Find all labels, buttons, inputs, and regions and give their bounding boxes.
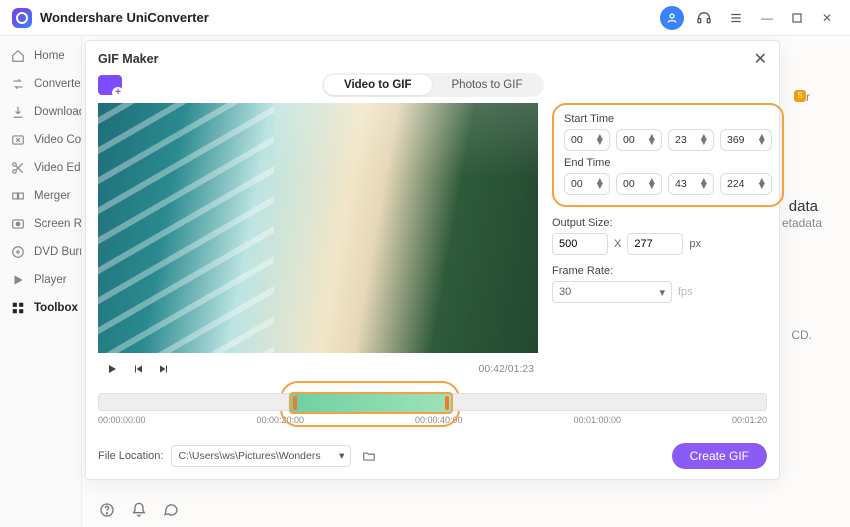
account-icon[interactable] <box>660 6 684 30</box>
sidebar-item-player[interactable]: Player <box>0 266 81 294</box>
sidebar-item-home[interactable]: Home <box>0 42 81 70</box>
recorder-icon <box>10 216 26 232</box>
converter-icon <box>10 76 26 92</box>
file-location-dropdown[interactable]: C:\Users\ws\Pictures\Wonders▾ <box>171 445 351 467</box>
sidebar-item-recorder[interactable]: Screen Recorder <box>0 210 81 238</box>
sidebar-item-label: Converter <box>34 78 81 90</box>
mode-tabs: Video to GIF Photos to GIF <box>322 73 544 97</box>
end-hours-stepper[interactable]: 00▲▼ <box>564 173 610 195</box>
time-display: 00:42/01:23 <box>479 363 534 375</box>
timeline-ticks: 00:00:00:00 00:00:20:00 00:00:40:00 00:0… <box>98 415 767 425</box>
chevron-down-icon: ▾ <box>659 286 665 299</box>
modal-title: GIF Maker <box>98 52 158 66</box>
create-gif-button[interactable]: Create GIF <box>672 443 767 469</box>
end-ms-stepper[interactable]: 224▲▼ <box>720 173 772 195</box>
sidebar-item-label: Player <box>34 274 67 286</box>
tab-photos-to-gif[interactable]: Photos to GIF <box>432 75 543 95</box>
sidebar-item-label: Video Editor <box>34 162 81 174</box>
feedback-icon[interactable] <box>162 501 180 519</box>
start-time-label: Start Time <box>564 113 772 125</box>
file-location-label: File Location: <box>98 450 163 462</box>
sidebar-item-converter[interactable]: Converter <box>0 70 81 98</box>
sidebar-item-editor[interactable]: Video Editor <box>0 154 81 182</box>
headset-icon[interactable] <box>692 6 716 30</box>
brand-name: Wondershare UniConverter <box>40 10 209 25</box>
sidebar-item-label: Merger <box>34 190 70 202</box>
next-frame-button[interactable] <box>154 359 174 379</box>
sidebar-item-label: Video Compressor <box>34 134 81 146</box>
tab-video-to-gif[interactable]: Video to GIF <box>324 75 432 95</box>
bg-text: data <box>789 198 818 215</box>
output-size-label: Output Size: <box>552 217 784 229</box>
compressor-icon <box>10 132 26 148</box>
home-icon <box>10 48 26 64</box>
bg-text: etadata <box>782 216 822 230</box>
close-icon[interactable]: ✕ <box>754 49 767 69</box>
sidebar-item-label: Screen Recorder <box>34 218 81 230</box>
maximize-button[interactable] <box>786 7 808 29</box>
play-icon <box>10 272 26 288</box>
bg-text: CD. <box>791 328 812 342</box>
prev-frame-button[interactable] <box>128 359 148 379</box>
minimize-button[interactable]: — <box>756 7 778 29</box>
open-folder-button[interactable] <box>359 446 379 466</box>
timeline[interactable]: 00:00:00:00 00:00:20:00 00:00:40:00 00:0… <box>98 393 767 433</box>
sidebar-item-toolbox[interactable]: Toolbox <box>0 294 81 322</box>
scissors-icon <box>10 160 26 176</box>
start-hours-stepper[interactable]: 00▲▼ <box>564 129 610 151</box>
fps-label: fps <box>678 286 693 298</box>
sidebar-item-label: Toolbox <box>34 302 78 314</box>
brand-icon <box>12 8 32 28</box>
sidebar: Home Converter Downloader Video Compress… <box>0 36 82 527</box>
close-button[interactable]: ✕ <box>816 7 838 29</box>
x-label: X <box>614 238 621 250</box>
bottombar <box>82 493 196 527</box>
timeline-selection[interactable] <box>289 392 453 414</box>
menu-icon[interactable] <box>724 6 748 30</box>
start-minutes-stepper[interactable]: 00▲▼ <box>616 129 662 151</box>
output-width-input[interactable] <box>552 233 608 255</box>
sidebar-item-label: Downloader <box>34 106 81 118</box>
bell-icon[interactable] <box>130 501 148 519</box>
player-controls: 00:42/01:23 <box>98 353 538 385</box>
px-label: px <box>689 238 701 250</box>
end-time-label: End Time <box>564 157 772 169</box>
time-range-box: Start Time 00▲▼ 00▲▼ 23▲▼ 369▲▼ End Time… <box>552 103 784 207</box>
sidebar-item-label: Home <box>34 50 65 62</box>
video-preview[interactable] <box>98 103 538 353</box>
sidebar-item-label: DVD Burner <box>34 246 81 258</box>
sidebar-item-compressor[interactable]: Video Compressor <box>0 126 81 154</box>
chevron-down-icon: ▾ <box>339 450 344 462</box>
help-icon[interactable] <box>98 501 116 519</box>
sidebar-item-downloader[interactable]: Downloader <box>0 98 81 126</box>
sidebar-item-merger[interactable]: Merger <box>0 182 81 210</box>
timeline-track[interactable] <box>98 393 767 411</box>
start-seconds-stepper[interactable]: 23▲▼ <box>668 129 714 151</box>
add-media-button[interactable] <box>98 75 122 95</box>
badge-s-icon: S <box>794 90 806 102</box>
titlebar: Wondershare UniConverter — ✕ <box>0 0 850 36</box>
end-minutes-stepper[interactable]: 00▲▼ <box>616 173 662 195</box>
output-height-input[interactable] <box>627 233 683 255</box>
download-icon <box>10 104 26 120</box>
play-button[interactable] <box>102 359 122 379</box>
end-seconds-stepper[interactable]: 43▲▼ <box>668 173 714 195</box>
start-ms-stepper[interactable]: 369▲▼ <box>720 129 772 151</box>
frame-rate-select[interactable]: 30▾ <box>552 281 672 303</box>
frame-rate-label: Frame Rate: <box>552 265 784 277</box>
merger-icon <box>10 188 26 204</box>
sidebar-item-dvd[interactable]: DVD Burner <box>0 238 81 266</box>
disc-icon <box>10 244 26 260</box>
gif-maker-modal: GIF Maker ✕ Video to GIF Photos to GIF 0… <box>85 40 780 480</box>
grid-icon <box>10 300 26 316</box>
